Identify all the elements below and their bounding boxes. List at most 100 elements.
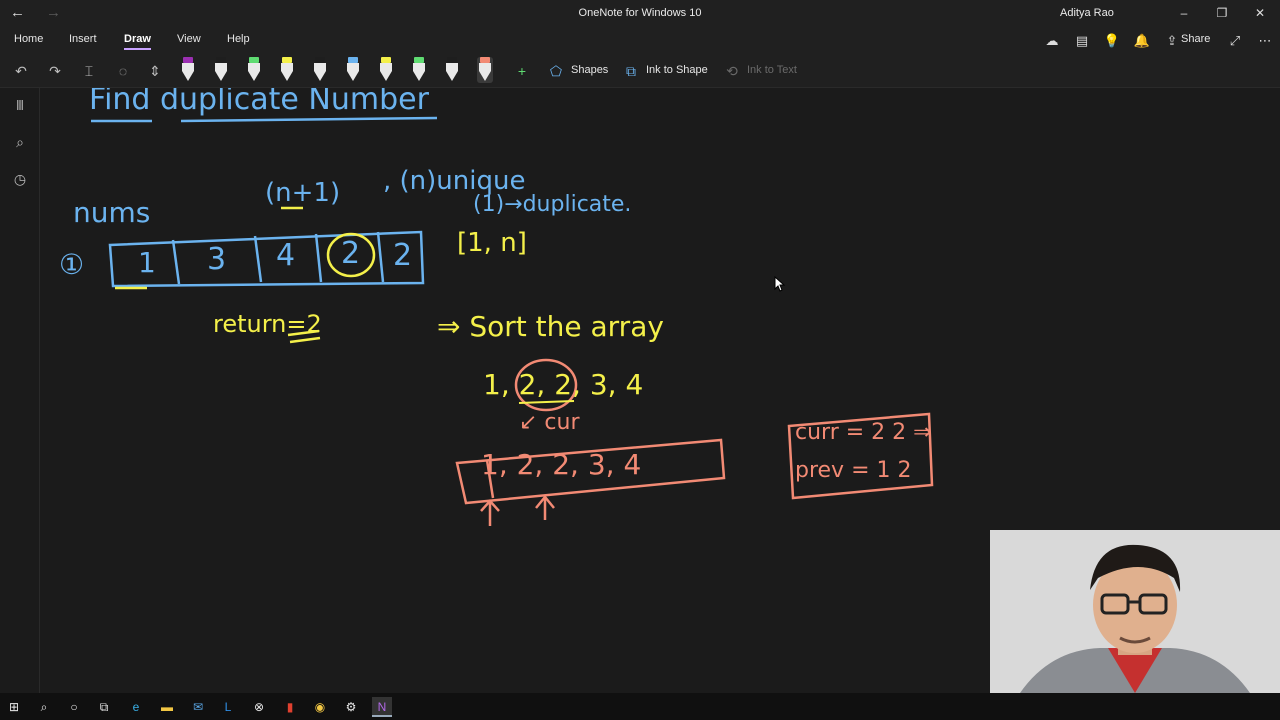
mail-icon[interactable]: ✉ <box>188 697 208 717</box>
notebook-icon[interactable]: ▤ <box>1073 32 1091 50</box>
user-name[interactable]: Aditya Rao <box>1060 7 1114 19</box>
minimize-icon[interactable]: – <box>1174 3 1194 23</box>
pen-body <box>446 63 458 71</box>
title-bar: ← → OneNote for Windows 10 Aditya Rao – … <box>0 0 1280 28</box>
sort-line: ⇒ Sort the array <box>437 310 664 343</box>
pen-body <box>347 63 359 71</box>
tab-draw[interactable]: Draw <box>124 33 151 50</box>
mouse-cursor-icon <box>774 276 786 292</box>
pen-swatch[interactable] <box>411 57 427 83</box>
one-duplicate: (1)→duplicate. <box>473 192 632 217</box>
curr-line: curr = 2 2 ⇒ <box>795 420 932 445</box>
edge-icon[interactable]: e <box>126 697 146 717</box>
pen-body <box>281 63 293 71</box>
pen-body <box>182 63 194 71</box>
array-cell: 2 <box>341 236 361 271</box>
pen-body <box>215 63 227 71</box>
sorted-values: 1, 2, 2, 3, 4 <box>483 368 644 401</box>
onenote-icon[interactable]: N <box>372 697 392 717</box>
range-label: [1, n] <box>457 228 527 258</box>
navigation-rail: 𝍫 ⌕ ◷ <box>0 88 40 693</box>
pen-tip <box>380 71 392 81</box>
array-cell: 2 <box>393 238 413 273</box>
type-select-icon[interactable]: ⌶ <box>79 61 99 81</box>
example-number: ① <box>59 248 85 281</box>
ink-to-shape-icon[interactable]: ⧉ <box>621 61 641 81</box>
undo-icon[interactable]: ↶ <box>11 61 31 81</box>
app-l-icon[interactable]: L <box>218 697 238 717</box>
lasso-select-icon[interactable]: ◌ <box>113 61 133 81</box>
chrome-icon[interactable]: ◉ <box>310 697 330 717</box>
restore-icon[interactable]: ❐ <box>1212 3 1232 23</box>
return-line: return=2 <box>213 310 322 338</box>
pen-tip <box>413 71 425 81</box>
sorted-array: 1, 2, 2, 3, 4 <box>481 448 642 481</box>
tab-view[interactable]: View <box>177 33 201 45</box>
webcam-overlay <box>990 530 1280 693</box>
notebooks-icon[interactable]: 𝍫 <box>11 96 29 114</box>
pen-tip <box>446 71 458 81</box>
redo-icon[interactable]: ↷ <box>45 61 65 81</box>
bell-icon[interactable]: 🔔 <box>1133 32 1151 50</box>
pen-tip <box>248 71 260 81</box>
pen-swatch[interactable] <box>378 57 394 83</box>
close-icon[interactable]: ✕ <box>1250 3 1270 23</box>
window-title: OneNote for Windows 10 <box>578 7 702 19</box>
nums-label: nums <box>73 196 151 229</box>
share-icon[interactable]: ⇪ <box>1163 32 1181 50</box>
draw-toolbar: ↶ ↷ ⌶ ◌ ⇕ + ⬠ Shapes ⧉ Ink to Shape ⟲ In… <box>0 54 1280 88</box>
array-cell: 4 <box>276 238 296 273</box>
settings-app-icon[interactable]: ⚙ <box>341 697 361 717</box>
pen-swatch[interactable] <box>444 57 460 83</box>
prev-line: prev = 1 2 <box>795 458 912 483</box>
pen-tip <box>479 71 491 81</box>
pen-body <box>380 63 392 71</box>
pen-body <box>413 63 425 71</box>
add-space-icon[interactable]: ⇕ <box>145 61 165 81</box>
ribbon-tabs: Home Insert Draw View Help ☁ ▤ 💡 🔔 ⇪ Sha… <box>0 28 1280 54</box>
xbox-icon[interactable]: ⊗ <box>249 697 269 717</box>
pen-swatch[interactable] <box>213 57 229 83</box>
pen-tip <box>182 71 194 81</box>
pen-swatch[interactable] <box>345 57 361 83</box>
sync-status-icon[interactable]: ☁ <box>1043 32 1061 50</box>
expand-icon[interactable]: ⤢ <box>1226 32 1244 50</box>
file-explorer-icon[interactable]: ▬ <box>157 697 177 717</box>
pen-tip <box>281 71 293 81</box>
add-pen-icon[interactable]: + <box>512 61 532 81</box>
pen-body <box>314 63 326 71</box>
ink-to-shape-button[interactable]: Ink to Shape <box>646 64 708 76</box>
tab-home[interactable]: Home <box>14 33 43 45</box>
pen-tip <box>314 71 326 81</box>
share-button[interactable]: Share <box>1181 33 1210 45</box>
windows-taskbar: ⊞ ⌕ ○ ⧉ e ▬ ✉ L ⊗ ▮ ◉ ⚙ N <box>0 693 1280 720</box>
task-view-icon[interactable]: ⧉ <box>94 697 114 717</box>
tab-insert[interactable]: Insert <box>69 33 97 45</box>
array-cell: 1 <box>138 246 156 279</box>
forward-arrow-icon[interactable]: → <box>46 4 64 22</box>
pen-swatch[interactable] <box>180 57 196 83</box>
shapes-icon[interactable]: ⬠ <box>546 61 566 81</box>
pen-swatch[interactable] <box>312 57 328 83</box>
array-cell: 3 <box>207 242 227 277</box>
note-title: Find duplicate Number <box>89 88 429 117</box>
search-icon[interactable]: ⌕ <box>11 133 29 151</box>
lightbulb-icon[interactable]: 💡 <box>1103 32 1121 50</box>
cortana-icon[interactable]: ○ <box>64 697 84 717</box>
office-icon[interactable]: ▮ <box>280 697 300 717</box>
back-arrow-icon[interactable]: ← <box>10 4 28 22</box>
shapes-button[interactable]: Shapes <box>571 64 608 76</box>
pen-body <box>248 63 260 71</box>
windows-start-icon[interactable]: ⊞ <box>4 697 24 717</box>
search-icon[interactable]: ⌕ <box>34 697 54 717</box>
tab-help[interactable]: Help <box>227 33 250 45</box>
ink-to-text-icon: ⟲ <box>726 63 738 79</box>
pen-tip <box>347 71 359 81</box>
pen-swatch[interactable] <box>246 57 262 83</box>
pen-swatch[interactable] <box>279 57 295 83</box>
ink-to-text-button: Ink to Text <box>747 64 797 76</box>
pen-swatch[interactable] <box>477 57 493 83</box>
recent-icon[interactable]: ◷ <box>11 170 29 188</box>
more-icon[interactable]: ⋯ <box>1256 32 1274 50</box>
pen-body <box>479 63 491 71</box>
